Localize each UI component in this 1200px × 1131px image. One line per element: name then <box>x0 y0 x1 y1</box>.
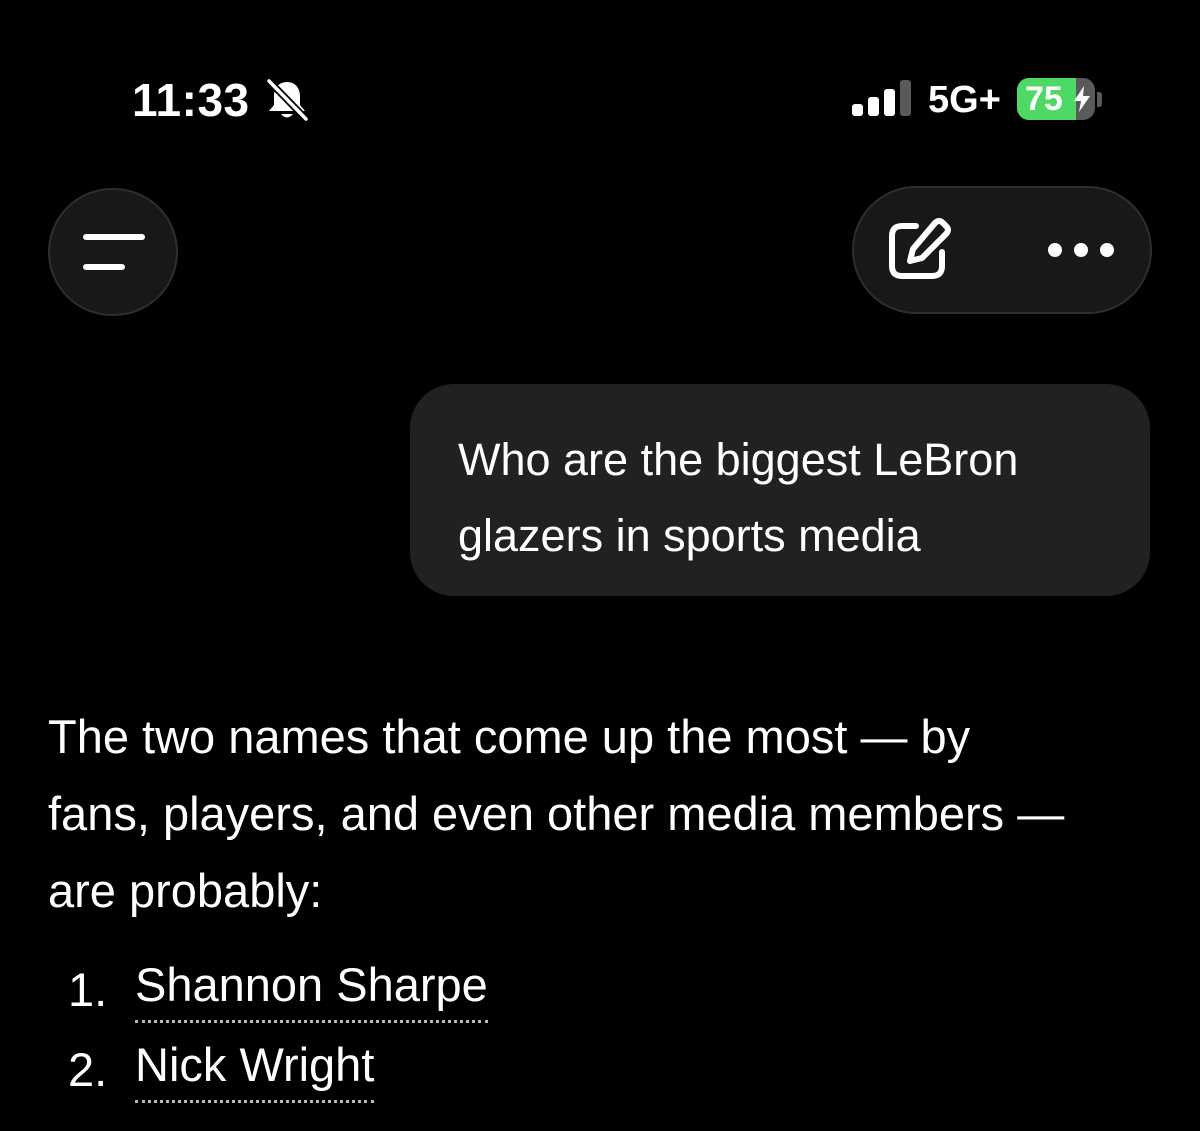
network-type: 5G+ <box>928 79 1001 121</box>
battery-indicator: 75 <box>1017 78 1095 120</box>
sidebar-menu-button[interactable] <box>48 188 178 316</box>
header-actions <box>852 186 1152 314</box>
entity-link-shannon-sharpe[interactable]: Shannon Sharpe <box>135 950 488 1023</box>
assistant-message: The two names that come up the most — by… <box>48 698 1158 1103</box>
more-options-button[interactable] <box>1034 218 1130 282</box>
bell-slash-icon <box>265 78 310 122</box>
list-item-number: 2. <box>68 1043 108 1096</box>
more-dots-icon <box>1048 243 1114 257</box>
user-message-text: Who are the biggest LeBron glazers in sp… <box>458 434 1019 561</box>
status-bar: 11:33 5G+ 75 <box>0 0 1200 140</box>
battery-nub <box>1097 92 1102 107</box>
battery-percent: 75 <box>1025 80 1063 118</box>
list-item-number: 1. <box>68 963 108 1016</box>
signal-strength-icon <box>852 80 911 116</box>
charging-bolt-icon <box>1074 86 1090 112</box>
assistant-intro-text: The two names that come up the most — by… <box>48 710 1065 917</box>
menu-lines-icon <box>83 234 145 270</box>
edit-pencil-icon <box>889 218 951 279</box>
entity-link-nick-wright[interactable]: Nick Wright <box>135 1030 375 1103</box>
status-time: 11:33 <box>132 74 250 126</box>
user-message-bubble: Who are the biggest LeBron glazers in sp… <box>410 384 1150 596</box>
new-chat-button[interactable] <box>876 208 964 292</box>
